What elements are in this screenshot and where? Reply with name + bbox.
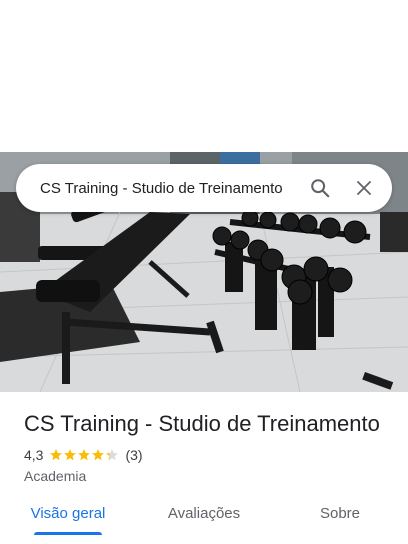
star-icon (64, 449, 77, 461)
close-icon (357, 181, 371, 195)
place-category[interactable]: Academia (24, 468, 384, 484)
place-tabs: Visão geral Avaliações Sobre (0, 492, 408, 544)
tab-label: Sobre (319, 505, 361, 522)
tab-label: Avaliações (167, 505, 241, 522)
star-icon (78, 449, 91, 461)
close-button[interactable] (344, 168, 384, 208)
search-input[interactable]: CS Training - Studio de Treinamento (16, 180, 300, 197)
search-bar[interactable]: CS Training - Studio de Treinamento (16, 164, 392, 212)
rating-value: 4,3 (24, 447, 44, 463)
rating-stars (49, 448, 119, 462)
tab-overview[interactable]: Visão geral (0, 492, 136, 544)
rating-row[interactable]: 4,3 (3) (24, 446, 384, 464)
place-title: CS Training - Studio de Treinamento (24, 411, 380, 436)
search-button[interactable] (300, 168, 340, 208)
star-icon (106, 449, 119, 461)
star-icon (92, 449, 105, 461)
review-count: (3) (125, 447, 143, 463)
tab-about[interactable]: Sobre (272, 492, 408, 544)
search-icon (311, 179, 330, 198)
star-icon (50, 449, 63, 461)
place-sheet: CS Training - Studio de Treinamento CS T… (0, 0, 408, 544)
tab-reviews[interactable]: Avaliações (136, 492, 272, 544)
tab-label: Visão geral (30, 505, 106, 522)
place-info: CS Training - Studio de Treinamento 4,3 … (0, 392, 408, 484)
